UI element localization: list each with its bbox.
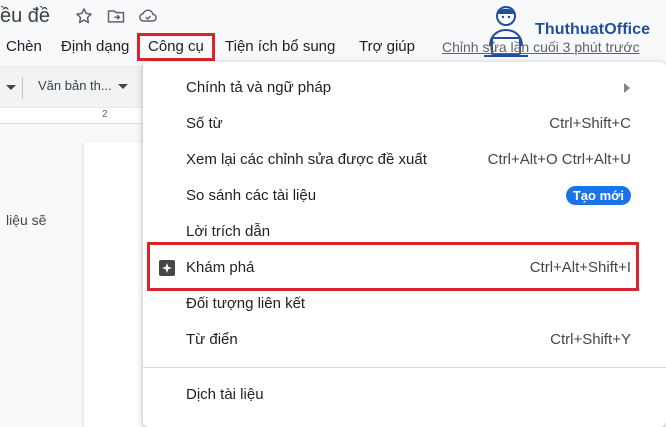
submenu-arrow-icon (624, 83, 630, 93)
menu-item-compare-documents[interactable]: So sánh các tài liệu Tạo mới (143, 178, 666, 214)
document-title[interactable]: ều đề (0, 5, 50, 28)
menu-item-label: Chính tả và ngữ pháp (186, 79, 332, 96)
explore-highlight-annotation (147, 242, 639, 291)
paragraph-style-value: Văn bản th... (38, 78, 112, 93)
menu-add-ons[interactable]: Tiện ích bổ sung (225, 33, 335, 61)
menu-item-shortcut: Ctrl+Shift+C (549, 115, 631, 132)
menu-item-label: Đối tượng liên kết (186, 295, 306, 312)
toolbar-divider (22, 77, 23, 99)
menu-item-word-count[interactable]: Số từ Ctrl+Shift+C (143, 106, 666, 142)
new-badge: Tạo mới (565, 186, 631, 205)
menu-item-label: Dịch tài liệu (186, 386, 264, 403)
menu-item-shortcut: Ctrl+Shift+Y (550, 331, 631, 348)
menu-item-label: Từ điển (186, 331, 238, 348)
menu-help[interactable]: Trợ giúp (359, 33, 415, 61)
paragraph-style-dropdown[interactable]: Văn bản th... (38, 78, 128, 93)
menu-item-label: Lời trích dẫn (186, 223, 271, 240)
menu-bar: Chèn Định dạng Công cụ Tiện ích bổ sung … (0, 33, 666, 61)
menu-item-label: So sánh các tài liệu (186, 187, 317, 204)
ruler-label: 2 (102, 109, 108, 120)
menu-divider (143, 367, 666, 368)
chevron-down-icon[interactable] (6, 85, 16, 90)
chevron-down-icon (117, 84, 128, 90)
move-folder-icon[interactable] (106, 6, 126, 26)
menu-item-dictionary[interactable]: Từ điển Ctrl+Shift+Y (143, 322, 666, 358)
menu-item-linked-objects[interactable]: Đối tượng liên kết (143, 286, 666, 322)
menu-item-spelling-grammar[interactable]: Chính tả và ngữ pháp (143, 70, 666, 106)
menu-item-shortcut: Ctrl+Alt+O Ctrl+Alt+U (487, 151, 631, 168)
menu-item-review-suggested-edits[interactable]: Xem lại các chỉnh sửa được đề xuất Ctrl+… (143, 142, 666, 178)
menu-item-translate-document[interactable]: Dịch tài liệu (143, 377, 666, 413)
menu-format[interactable]: Định dạng (61, 33, 129, 61)
last-edit-link[interactable]: Chỉnh sửa lần cuối 3 phút trước (442, 33, 640, 61)
menu-insert[interactable]: Chèn (6, 33, 42, 61)
star-icon[interactable] (74, 6, 94, 26)
menu-item-label: Xem lại các chỉnh sửa được đề xuất (186, 151, 427, 168)
cloud-status-icon[interactable] (138, 6, 158, 26)
menu-tools[interactable]: Công cụ (137, 33, 215, 61)
document-body-text: liệu sẽ (6, 212, 47, 228)
menu-item-label: Số từ (186, 115, 223, 132)
